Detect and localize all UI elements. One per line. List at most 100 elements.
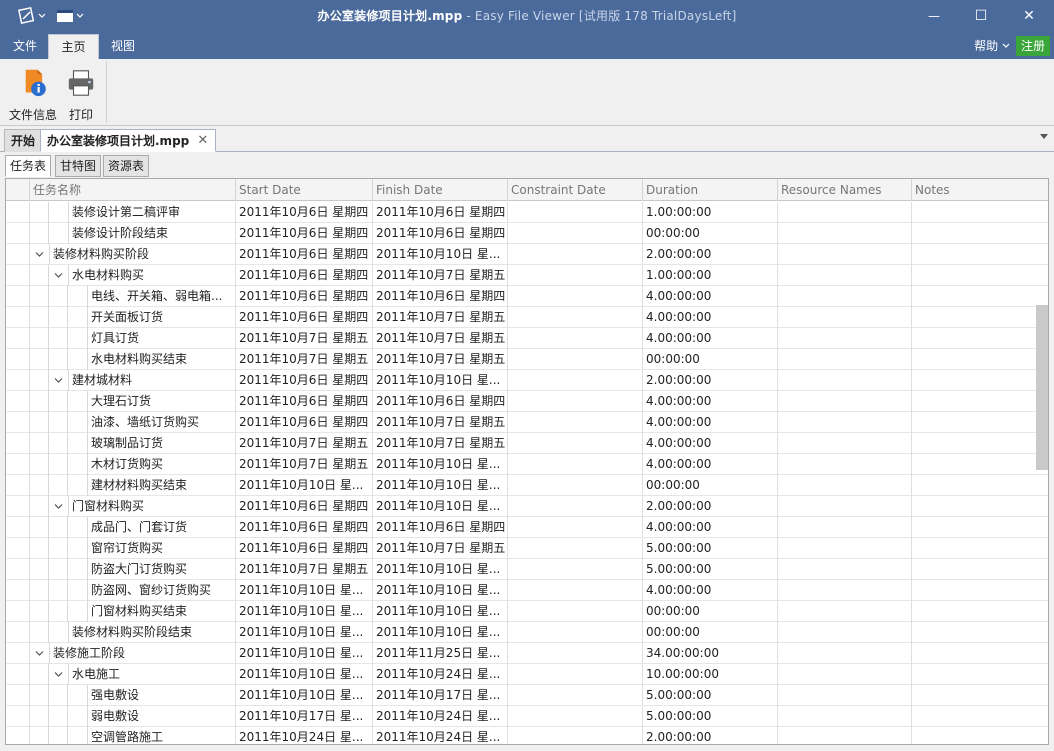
menu-home[interactable]: 主页 (48, 34, 99, 59)
table-row[interactable]: 装修材料购买阶段 2011年10月6日 星期四 2011年10月10日 星... 2.… (6, 244, 1048, 265)
cell-start-date[interactable]: 2011年10月7日 星期五 (236, 328, 373, 349)
cell-task-name[interactable]: 木材订货购买 (87, 454, 236, 475)
cell-duration[interactable]: 00:00:00 (643, 601, 778, 622)
cell-duration[interactable]: 1.00:00:00 (643, 265, 778, 286)
table-row[interactable]: 油漆、墙纸订货购买 2011年10月6日 星期四 2011年10月7日 星期五 4.0… (6, 412, 1048, 433)
cell-resource-names[interactable] (778, 349, 912, 370)
row-header[interactable] (6, 349, 30, 370)
cell-resource-names[interactable] (778, 496, 912, 517)
cell-constraint-date[interactable] (508, 643, 643, 664)
table-row[interactable]: 强电敷设 2011年10月10日 星... 2011年10月17日 星... 5.00… (6, 685, 1048, 706)
table-row[interactable]: 成品门、门套订货 2011年10月6日 星期四 2011年10月6日 星期四 4.00… (6, 517, 1048, 538)
cell-start-date[interactable]: 2011年10月17日 星... (236, 706, 373, 727)
cell-duration[interactable]: 2.00:00:00 (643, 727, 778, 744)
cell-notes[interactable] (912, 517, 1048, 538)
table-row[interactable]: 木材订货购买 2011年10月7日 星期五 2011年10月10日 星... 4.00… (6, 454, 1048, 475)
cell-start-date[interactable]: 2011年10月24日 星... (236, 727, 373, 744)
cell-finish-date[interactable]: 2011年10月6日 星期四 (373, 223, 508, 244)
cell-notes[interactable] (912, 601, 1048, 622)
cell-start-date[interactable]: 2011年10月10日 星... (236, 601, 373, 622)
row-header[interactable] (6, 475, 30, 496)
cell-resource-names[interactable] (778, 727, 912, 744)
cell-finish-date[interactable]: 2011年10月7日 星期五 (373, 538, 508, 559)
cell-constraint-date[interactable] (508, 685, 643, 706)
cell-start-date[interactable]: 2011年10月10日 星... (236, 580, 373, 601)
row-header[interactable] (6, 727, 30, 744)
cell-notes[interactable] (912, 496, 1048, 517)
cell-duration[interactable]: 4.00:00:00 (643, 391, 778, 412)
cell-task-name[interactable]: 成品门、门套订货 (87, 517, 236, 538)
table-row[interactable]: 水电材料购买 2011年10月6日 星期四 2011年10月7日 星期五 1.00:0… (6, 265, 1048, 286)
cell-task-name[interactable]: 玻璃制品订货 (87, 433, 236, 454)
cell-duration[interactable]: 2.00:00:00 (643, 496, 778, 517)
row-header[interactable] (6, 601, 30, 622)
table-row[interactable]: 电线、开关箱、弱电箱... 2011年10月6日 星期四 2011年10月6日 星期… (6, 286, 1048, 307)
cell-notes[interactable] (912, 475, 1048, 496)
table-row[interactable]: 大理石订货 2011年10月6日 星期四 2011年10月6日 星期四 4.00:00… (6, 391, 1048, 412)
cell-start-date[interactable]: 2011年10月7日 星期五 (236, 559, 373, 580)
cell-finish-date[interactable]: 2011年10月10日 星... (373, 496, 508, 517)
cell-resource-names[interactable] (778, 328, 912, 349)
cell-notes[interactable] (912, 286, 1048, 307)
cell-notes[interactable] (912, 433, 1048, 454)
cell-resource-names[interactable] (778, 307, 912, 328)
cell-task-name[interactable]: 弱电敷设 (87, 706, 236, 727)
cell-start-date[interactable]: 2011年10月6日 星期四 (236, 412, 373, 433)
cell-finish-date[interactable]: 2011年10月7日 星期五 (373, 328, 508, 349)
cell-constraint-date[interactable] (508, 391, 643, 412)
cell-finish-date[interactable]: 2011年10月6日 星期四 (373, 202, 508, 223)
cell-finish-date[interactable]: 2011年10月7日 星期五 (373, 412, 508, 433)
table-row[interactable]: 门窗材料购买 2011年10月6日 星期四 2011年10月10日 星... 2.00… (6, 496, 1048, 517)
cell-finish-date[interactable]: 2011年10月10日 星... (373, 622, 508, 643)
cell-duration[interactable]: 4.00:00:00 (643, 517, 778, 538)
cell-constraint-date[interactable] (508, 664, 643, 685)
row-header[interactable] (6, 328, 30, 349)
close-tab-icon[interactable]: ✕ (197, 130, 208, 152)
table-row[interactable]: 门窗材料购买结束 2011年10月10日 星... 2011年10月10日 星...… (6, 601, 1048, 622)
row-header[interactable] (6, 622, 30, 643)
cell-finish-date[interactable]: 2011年10月10日 星... (373, 370, 508, 391)
cell-finish-date[interactable]: 2011年10月6日 星期四 (373, 391, 508, 412)
cell-duration[interactable]: 5.00:00:00 (643, 559, 778, 580)
table-row[interactable]: 玻璃制品订货 2011年10月7日 星期五 2011年10月7日 星期五 4.00:0… (6, 433, 1048, 454)
table-row[interactable]: 建材材料购买结束 2011年10月10日 星... 2011年10月10日 星...… (6, 475, 1048, 496)
cell-start-date[interactable]: 2011年10月6日 星期四 (236, 496, 373, 517)
table-row[interactable]: 防盗网、窗纱订货购买 2011年10月10日 星... 2011年10月10日 星.… (6, 580, 1048, 601)
cell-duration[interactable]: 4.00:00:00 (643, 328, 778, 349)
cell-start-date[interactable]: 2011年10月6日 星期四 (236, 538, 373, 559)
cell-notes[interactable] (912, 706, 1048, 727)
table-row[interactable]: 开关面板订货 2011年10月6日 星期四 2011年10月7日 星期五 4.00:0… (6, 307, 1048, 328)
cell-resource-names[interactable] (778, 622, 912, 643)
cell-notes[interactable] (912, 412, 1048, 433)
register-button[interactable]: 注册 (1016, 36, 1050, 56)
cell-start-date[interactable]: 2011年10月6日 星期四 (236, 370, 373, 391)
cell-task-name[interactable]: 装修设计阶段结束 (68, 223, 236, 244)
row-header[interactable] (6, 685, 30, 706)
row-header[interactable] (6, 412, 30, 433)
minimize-button[interactable]: — (910, 0, 958, 32)
cell-resource-names[interactable] (778, 454, 912, 475)
cell-resource-names[interactable] (778, 475, 912, 496)
cell-resource-names[interactable] (778, 601, 912, 622)
cell-constraint-date[interactable] (508, 370, 643, 391)
table-row[interactable]: 装修材料购买阶段结束 2011年10月10日 星... 2011年10月10日 星.… (6, 622, 1048, 643)
cell-constraint-date[interactable] (508, 433, 643, 454)
cell-constraint-date[interactable] (508, 265, 643, 286)
cell-start-date[interactable]: 2011年10月6日 星期四 (236, 223, 373, 244)
cell-start-date[interactable]: 2011年10月6日 星期四 (236, 202, 373, 223)
cell-constraint-date[interactable] (508, 349, 643, 370)
cell-notes[interactable] (912, 202, 1048, 223)
cell-resource-names[interactable] (778, 664, 912, 685)
row-header[interactable] (6, 265, 30, 286)
cell-constraint-date[interactable] (508, 580, 643, 601)
cell-constraint-date[interactable] (508, 328, 643, 349)
cell-start-date[interactable]: 2011年10月6日 星期四 (236, 391, 373, 412)
row-header[interactable] (6, 433, 30, 454)
table-row[interactable]: 建材城材料 2011年10月6日 星期四 2011年10月10日 星... 2.00:… (6, 370, 1048, 391)
cell-duration[interactable]: 10.00:00:00 (643, 664, 778, 685)
cell-resource-names[interactable] (778, 370, 912, 391)
cell-start-date[interactable]: 2011年10月6日 星期四 (236, 244, 373, 265)
cell-resource-names[interactable] (778, 517, 912, 538)
cell-constraint-date[interactable] (508, 622, 643, 643)
cell-duration[interactable]: 5.00:00:00 (643, 538, 778, 559)
